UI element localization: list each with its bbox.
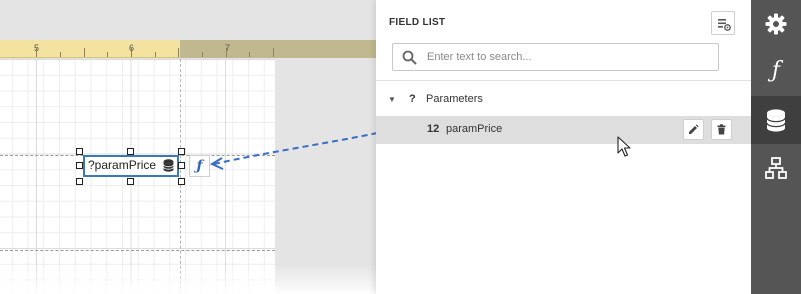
ruler-tick	[249, 52, 250, 57]
band-separator	[0, 250, 275, 251]
mouse-pointer-icon	[617, 136, 631, 157]
panel-title: FIELD LIST	[389, 17, 446, 28]
resize-handle-top-left[interactable]	[76, 148, 83, 155]
trash-icon	[717, 124, 726, 135]
search-box	[392, 43, 719, 71]
field-list-panel: FIELD LIST ▼ ? Parameters 12 paramPrice	[376, 0, 751, 294]
edit-parameter-button[interactable]	[683, 119, 704, 140]
parameters-icon: ?	[409, 93, 416, 105]
ruler-tick	[107, 52, 108, 57]
search-input[interactable]	[427, 47, 707, 67]
panel-divider	[376, 80, 751, 81]
resize-handle-bottom-right[interactable]	[178, 178, 185, 185]
tree-node-paramprice[interactable]: 12 paramPrice	[376, 116, 751, 144]
gear-icon	[765, 13, 787, 35]
delete-parameter-button[interactable]	[711, 119, 732, 140]
resize-handle-right[interactable]	[178, 162, 185, 169]
resize-handle-left[interactable]	[76, 162, 83, 169]
canvas-fade	[0, 264, 376, 294]
chevron-down-icon[interactable]: ▼	[388, 95, 396, 104]
param-label-control[interactable]: ?paramPrice	[83, 155, 179, 177]
add-parameter-button[interactable]	[711, 11, 735, 35]
ruler-tick	[36, 48, 37, 57]
database-icon	[766, 109, 786, 132]
database-icon	[163, 159, 174, 172]
pencil-icon	[689, 124, 699, 134]
ruler-tick	[60, 52, 61, 57]
resize-handle-top[interactable]	[127, 148, 134, 155]
function-icon: ƒ	[771, 58, 781, 83]
horizontal-ruler: 5 6 7	[0, 40, 376, 58]
ruler-tick	[202, 52, 203, 57]
resize-handle-bottom[interactable]	[127, 178, 134, 185]
tree-node-parameters[interactable]: ▼ ? Parameters	[376, 86, 751, 114]
designer-surface[interactable]: 5 6 7	[0, 0, 376, 294]
resize-handle-top-right[interactable]	[178, 148, 185, 155]
search-icon	[402, 50, 417, 65]
tree-node-label: Parameters	[426, 93, 483, 105]
ruler-tick	[178, 48, 179, 57]
parameter-settings-icon	[718, 19, 731, 31]
ruler-tick	[155, 52, 156, 57]
expression-smart-tag[interactable]: ƒ	[189, 155, 210, 177]
tab-expressions[interactable]: ƒ	[751, 48, 801, 96]
ruler-tick	[273, 48, 274, 57]
label-control-text: ?paramPrice	[88, 158, 157, 172]
ruler-tick	[131, 48, 132, 57]
ruler-out-of-page-area	[180, 40, 376, 58]
tab-properties[interactable]	[751, 0, 801, 48]
hierarchy-icon	[765, 157, 787, 179]
ruler-tick	[226, 48, 227, 57]
resize-handle-bottom-left[interactable]	[76, 178, 83, 185]
number-type-icon: 12	[427, 123, 440, 135]
tree-node-label: paramPrice	[446, 123, 503, 135]
tab-report-explorer[interactable]	[751, 144, 801, 192]
page-right-margin-line	[180, 59, 181, 294]
ruler-tick	[84, 48, 85, 57]
side-tab-strip: ƒ	[751, 0, 801, 294]
function-icon: ƒ	[196, 158, 203, 174]
tab-field-list[interactable]	[751, 96, 801, 144]
